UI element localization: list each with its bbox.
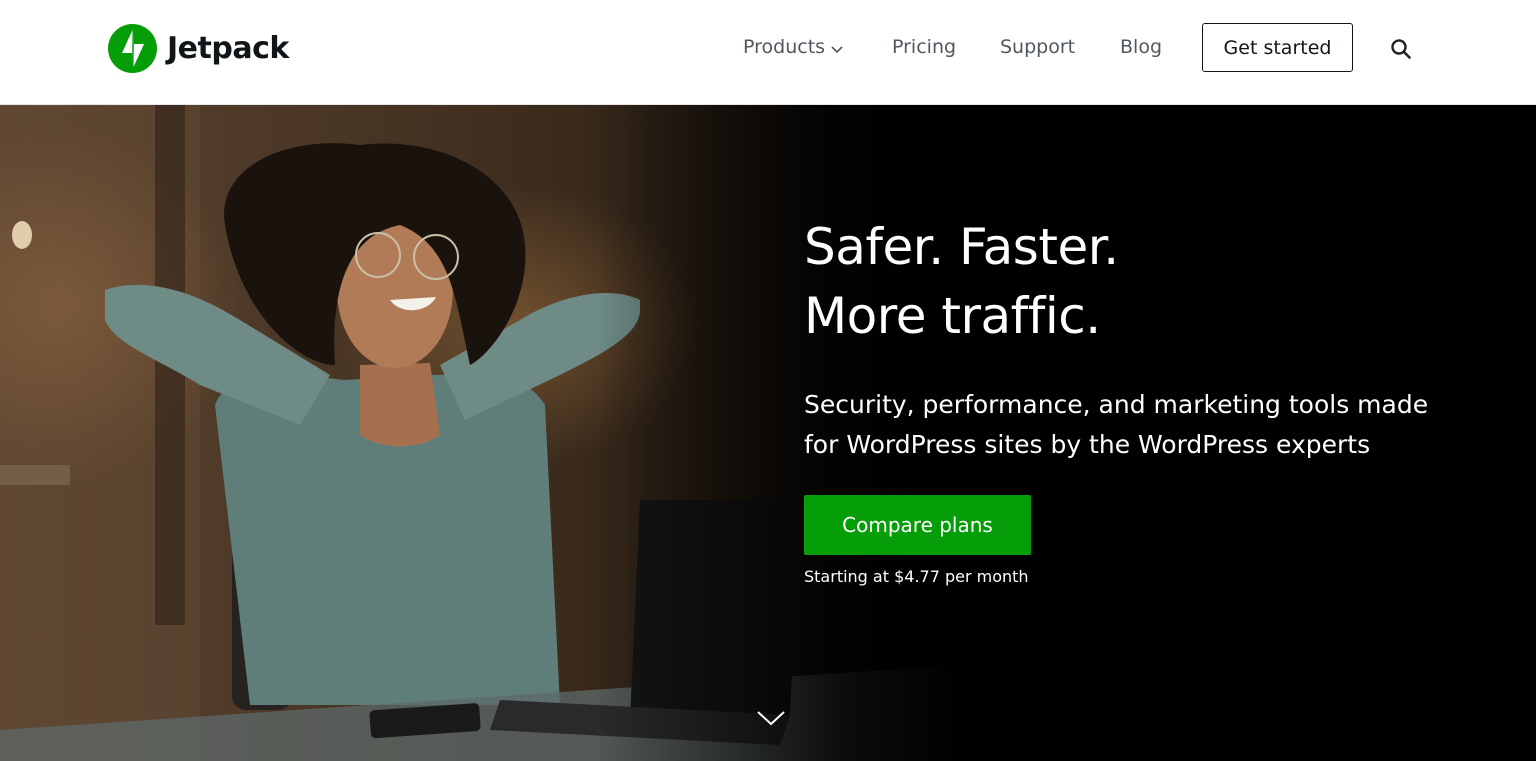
jetpack-logo[interactable]: Jetpack (108, 24, 289, 73)
hero-section: Safer. Faster. More traffic. Security, p… (0, 105, 1536, 761)
hero-headline: Safer. Faster. More traffic. (804, 213, 1454, 351)
hero-subtext: Security, performance, and marketing too… (804, 390, 1429, 459)
compare-plans-button[interactable]: Compare plans (804, 495, 1031, 555)
headline-line-2: More traffic. (804, 287, 1101, 345)
nav-products-label: Products (743, 36, 826, 58)
chevron-down-icon (831, 37, 843, 59)
nav-blog[interactable]: Blog (1120, 36, 1162, 58)
hero-text: Safer. Faster. More traffic. Security, p… (804, 213, 1454, 465)
nav-support[interactable]: Support (1000, 36, 1075, 58)
logo-wordmark: Jetpack (167, 31, 289, 66)
get-started-button[interactable]: Get started (1202, 23, 1353, 72)
search-icon[interactable] (1388, 36, 1414, 62)
nav-pricing[interactable]: Pricing (892, 36, 956, 58)
site-header: Jetpack Products Pricing Support Blog Ge… (0, 0, 1536, 105)
price-note: Starting at $4.77 per month (804, 567, 1029, 586)
nav-products[interactable]: Products (743, 36, 843, 59)
chevron-down-icon[interactable] (756, 709, 786, 727)
headline-line-1: Safer. Faster. (804, 218, 1119, 276)
bolt-logo-icon (108, 24, 157, 73)
